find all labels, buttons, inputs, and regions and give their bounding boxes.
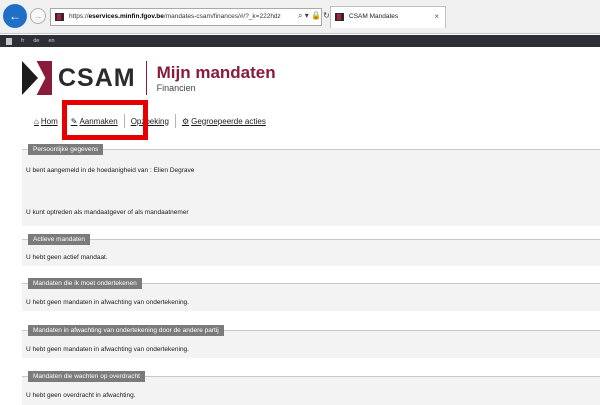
menu-separator	[174, 114, 176, 128]
section-text: U hebt geen actief mandaat.	[26, 254, 108, 261]
csam-favicon-icon	[55, 13, 64, 21]
lang-en[interactable]: en	[49, 38, 55, 44]
menu-item-label: Hom	[40, 116, 58, 126]
section-text: U kunt optreden als mandaatgever of als …	[26, 209, 189, 216]
section-text: U hebt geen mandaten in afwachting van o…	[26, 299, 189, 306]
language-bar: fr de en	[0, 35, 600, 47]
browser-tab[interactable]: CSAM Mandates ×	[330, 6, 446, 28]
section-mandaten-overdracht: Mandaten die wachten op overdracht U heb…	[22, 371, 600, 405]
address-bar[interactable]: https://eservices.minfin.fgov.be/mandate…	[50, 8, 322, 26]
url-prefix: https://	[69, 13, 89, 20]
tab-title: CSAM Mandates	[349, 13, 399, 20]
browser-toolbar: ← → https://eservices.minfin.fgov.be/man…	[0, 0, 600, 34]
home-icon: ⌂	[34, 116, 39, 126]
forward-arrow-icon[interactable]: →	[30, 8, 46, 24]
menu-item-home[interactable]: ⌂ Hom	[34, 117, 58, 126]
section-legend: Mandaten die ik moet ondertekenen	[28, 278, 142, 289]
page-subtitle: Financien	[156, 82, 196, 93]
menu-item-gegroepeerde-acties[interactable]: ⚙ Gegroepeerde acties	[182, 117, 266, 126]
lang-de[interactable]: de	[33, 38, 39, 44]
site-header: CSAM Mijn mandaten Financien	[22, 58, 276, 98]
section-mandaten-ondertekenen: Mandaten die ik moet ondertekenen U hebt…	[22, 278, 600, 311]
section-legend: Mandaten in afwachting van ondertekening…	[28, 325, 224, 336]
url-domain: eservices.minfin.fgov.be	[88, 13, 164, 20]
section-actieve-mandaten: Actieve mandaten U hebt geen actief mand…	[22, 234, 600, 266]
section-persoonlijke-gegevens: Persoonlijke gegevens U bent aangemeld i…	[22, 144, 600, 226]
close-icon[interactable]: ×	[434, 7, 439, 27]
header-divider	[145, 61, 147, 95]
section-text: U hebt geen mandaten in afwachting van o…	[26, 346, 189, 353]
url-path: /mandates-csam/finances/#/?_k=222hdz	[163, 13, 281, 20]
section-legend: Actieve mandaten	[28, 234, 91, 245]
lang-fr[interactable]: fr	[21, 38, 24, 44]
page-title: Mijn mandaten	[156, 62, 276, 82]
back-arrow-icon[interactable]: ←	[3, 4, 27, 28]
section-legend: Persoonlijke gegevens	[28, 144, 104, 155]
flag-icon	[6, 37, 12, 45]
section-text: U bent aangemeld in de hoedanigheid van …	[26, 167, 195, 174]
gear-icon: ⚙	[181, 116, 190, 126]
menu-item-label: Gegroepeerde acties	[191, 116, 266, 126]
section-legend: Mandaten die wachten op overdracht	[28, 371, 145, 382]
section-text: U hebt geen overdracht in afwachting.	[26, 392, 136, 399]
csam-logo-icon	[22, 61, 52, 95]
address-bar-tools[interactable]: ⌕ ▾ 🔒 ↻	[298, 8, 330, 24]
section-mandaten-andere-partij: Mandaten in afwachting van ondertekening…	[22, 325, 600, 358]
csam-favicon-icon	[335, 13, 344, 21]
logo-text: CSAM	[58, 63, 136, 92]
highlight-box	[62, 100, 148, 140]
